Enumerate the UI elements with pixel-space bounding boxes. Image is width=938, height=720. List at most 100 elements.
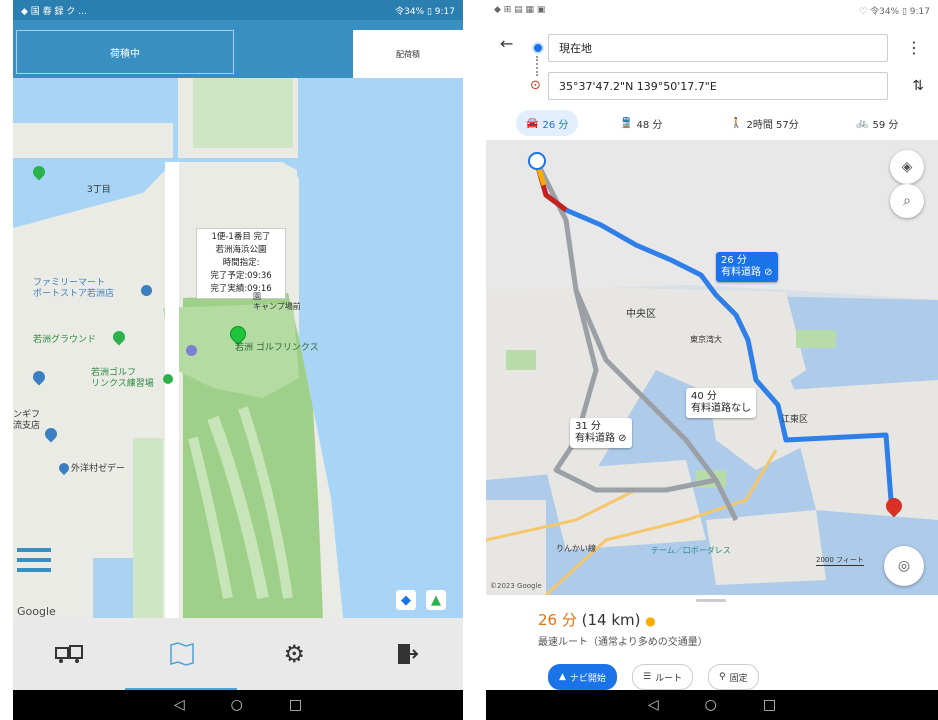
- mode-label: 59 分: [872, 119, 899, 131]
- delivery-map[interactable]: 1便-1番目 完了 若洲海浜公園 時間指定: 完了予定:09:36 完了実績:0…: [13, 78, 463, 618]
- truck-icon[interactable]: [49, 634, 89, 674]
- recents-icon[interactable]: □: [289, 697, 302, 713]
- callout-time: 31 分: [575, 421, 601, 432]
- map-icon[interactable]: [162, 634, 202, 674]
- parking-icon[interactable]: [186, 345, 197, 356]
- bottom-navigation: ⚙: [13, 618, 463, 690]
- pin-button[interactable]: ⚲ 固定: [708, 664, 759, 690]
- status-left: ◆ ⊞ ▤ ▦ ▣: [494, 5, 546, 15]
- mode-label: 2時間 57分: [746, 119, 799, 131]
- alt-route-callout[interactable]: 31 分 有料道路 ⊘: [570, 418, 632, 448]
- walk-icon: 🚶: [730, 117, 743, 129]
- stop-info-popup[interactable]: 1便-1番目 完了 若洲海浜公園 時間指定: 完了予定:09:36 完了実績:0…: [196, 228, 286, 299]
- popup-line: 1便-1番目 完了: [211, 232, 271, 242]
- exit-icon[interactable]: [387, 634, 427, 674]
- route-summary: 26 分 (14 km) ●: [538, 609, 656, 630]
- pin-icon: ⚲: [719, 672, 726, 682]
- tab-loading[interactable]: 荷積中: [16, 30, 234, 74]
- my-location-icon[interactable]: ◎: [884, 546, 924, 586]
- map-label: ファミリーマート ポートストア若洲店: [33, 278, 115, 299]
- map-copyright: ©2023 Google: [490, 582, 542, 590]
- home-icon[interactable]: ○: [231, 697, 243, 713]
- app-header: 荷積中 配荷積: [13, 20, 463, 78]
- start-navigation-button[interactable]: ▲ ナビ開始: [548, 664, 617, 690]
- summary-time: 26 分: [538, 611, 577, 629]
- recents-icon[interactable]: □: [763, 697, 776, 713]
- tab-delivery[interactable]: 配荷積: [353, 30, 463, 78]
- map-label: 若洲ゴルフ リンクス練習場: [91, 368, 154, 389]
- map-label: ンギフ 流支店: [13, 410, 41, 431]
- car-icon: 🚘: [526, 117, 539, 129]
- status-right: 令34% ▯ 9:17: [395, 6, 455, 17]
- layers-icon[interactable]: ◈: [890, 150, 924, 184]
- callout-time: 40 分: [691, 391, 717, 402]
- shop-icon[interactable]: [141, 285, 152, 296]
- callout-time: 26 分: [721, 255, 747, 266]
- bike-icon: 🚲: [856, 117, 869, 129]
- more-options-icon[interactable]: ⋮: [906, 38, 922, 57]
- route-connector: [536, 56, 539, 76]
- mode-label: 48 分: [636, 119, 663, 131]
- directions-icon[interactable]: ◆: [396, 590, 416, 610]
- origin-dot-icon: [532, 42, 544, 54]
- map-label: 東京湾大: [690, 335, 722, 344]
- map-label: 園 キャンプ場前: [253, 292, 301, 311]
- origin-field[interactable]: 現在地: [548, 34, 888, 62]
- home-icon[interactable]: ○: [705, 697, 717, 713]
- list-icon: ☰: [643, 672, 652, 682]
- mode-bike[interactable]: 🚲 59 分: [856, 110, 898, 136]
- route-map-canvas: [486, 140, 938, 595]
- swap-icon[interactable]: ⇅: [912, 78, 924, 94]
- destination-pin-icon: ⊙: [530, 78, 541, 93]
- golf-icon[interactable]: [163, 374, 173, 384]
- summary-description: 最速ルート（通常より多めの交通量）: [538, 637, 708, 648]
- back-icon[interactable]: ◁: [174, 697, 185, 713]
- train-icon: 🚆: [620, 117, 633, 129]
- chip-label: ルート: [655, 673, 683, 684]
- popup-line: 時間指定:: [222, 258, 260, 268]
- popup-line: 若洲海浜公園: [215, 245, 267, 255]
- status-right: ♡ 令34% ▯ 9:17: [859, 6, 930, 17]
- mode-walk[interactable]: 🚶 2時間 57分: [730, 110, 799, 136]
- map-label: 若洲グラウンド: [33, 335, 97, 345]
- status-bar: ◆ ⊞ ▤ ▦ ▣ ♡ 令34% ▯ 9:17: [486, 0, 938, 20]
- start-marker-icon: [528, 152, 546, 170]
- google-logo: Google: [17, 605, 56, 618]
- back-icon[interactable]: ◁: [648, 697, 659, 713]
- android-nav-bar: ◁ ○ □: [13, 690, 463, 720]
- right-phone-screen: ◆ ⊞ ▤ ▦ ▣ ♡ 令34% ▯ 9:17 ← ⊙ 現在地 35°37'47…: [486, 0, 938, 720]
- android-nav-bar: ◁ ○ □: [486, 690, 938, 720]
- navigation-arrow-icon: ▲: [559, 672, 566, 682]
- status-bar: ◆ 国 春 録 ク ... 令34% ▯ 9:17: [13, 0, 463, 20]
- search-icon[interactable]: ⌕: [890, 184, 924, 218]
- map-label: 3丁目: [87, 185, 111, 195]
- alt-route-callout[interactable]: 40 分 有料道路なし: [686, 388, 756, 418]
- map-label: りんかい線: [556, 544, 596, 553]
- left-phone-screen: ◆ 国 春 録 ク ... 令34% ▯ 9:17 荷積中 配荷積 1便-1番目…: [13, 0, 463, 720]
- mode-car[interactable]: 🚘 26 分: [516, 110, 579, 136]
- drag-handle[interactable]: [696, 599, 726, 602]
- map-label: 中央区: [626, 309, 656, 320]
- travel-modes: 🚘 26 分 🚆 48 分 🚶 2時間 57分 🚲 59 分: [486, 110, 938, 136]
- callout-note: 有料道路 ⊘: [575, 433, 627, 444]
- map-label: 江東区: [781, 415, 809, 425]
- chip-label: ナビ開始: [569, 673, 606, 684]
- popup-line: 完了予定:09:36: [210, 271, 272, 281]
- chip-label: 固定: [729, 673, 748, 684]
- map-label: 外洋村ゼデー: [71, 464, 126, 474]
- google-maps-icon[interactable]: ▲: [426, 590, 446, 610]
- gear-icon[interactable]: ⚙: [274, 634, 314, 674]
- mode-transit[interactable]: 🚆 48 分: [620, 110, 662, 136]
- map-label: 若洲 ゴルフリンクス: [235, 343, 319, 353]
- steps-button[interactable]: ☰ ルート: [632, 664, 694, 690]
- menu-icon[interactable]: [17, 548, 51, 578]
- destination-field[interactable]: 35°37'47.2"N 139°50'17.7"E: [548, 72, 888, 100]
- callout-note: 有料道路 ⊘: [721, 267, 773, 278]
- mode-label: 26 分: [542, 119, 569, 131]
- scale-bar: 2000 フィート: [816, 556, 864, 566]
- primary-route-callout[interactable]: 26 分 有料道路 ⊘: [716, 252, 778, 282]
- map-label: テーム／口ボーダレス: [651, 546, 731, 555]
- route-map[interactable]: 26 分 有料道路 ⊘ 31 分 有料道路 ⊘ 40 分 有料道路なし 中央区 …: [486, 140, 938, 595]
- back-arrow-icon[interactable]: ←: [500, 34, 513, 53]
- summary-distance: (14 km): [581, 611, 641, 629]
